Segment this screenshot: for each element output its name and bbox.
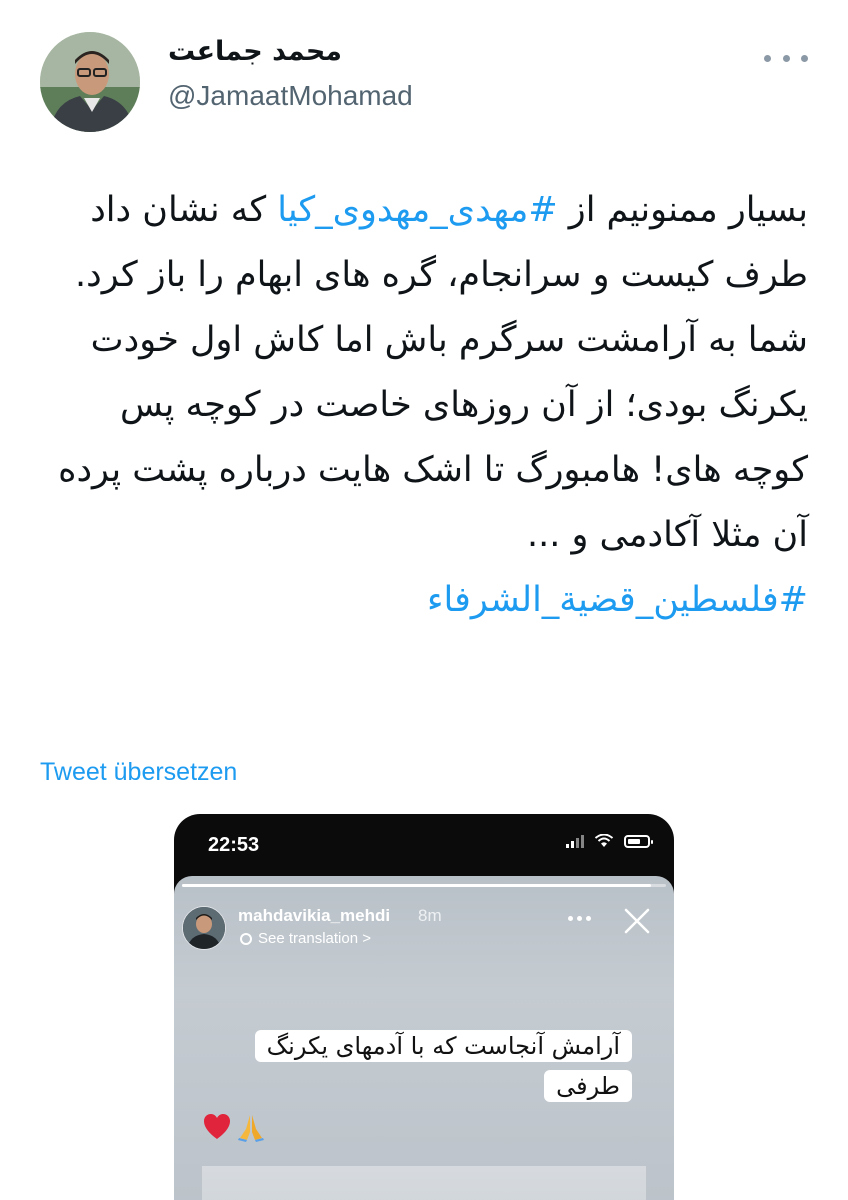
emoji-row	[202, 1112, 266, 1142]
see-translation-label: See translation >	[258, 930, 371, 947]
author-photo	[40, 32, 140, 132]
story-progress-bar	[182, 884, 666, 887]
more-options-icon[interactable]	[764, 46, 808, 70]
folded-hands-icon	[238, 1115, 264, 1142]
tweet-text-part: بسیار ممنونیم از	[557, 190, 808, 230]
status-clock: 22:53	[208, 834, 260, 856]
tweet-paragraph-2: شما به آرامشت سرگرم باش اما کاش اول خودت…	[58, 320, 808, 555]
heart-icon	[204, 1114, 230, 1139]
sticker-line-2: طرفی	[544, 1070, 632, 1102]
story-see-translation: See translation >	[240, 930, 371, 947]
battery-icon	[624, 834, 653, 848]
story-avatar	[182, 906, 226, 950]
hashtag-link[interactable]: #مهدی_مهدوی_کیا	[277, 190, 557, 230]
close-icon	[624, 908, 650, 934]
story-more-icon	[568, 916, 591, 921]
instagram-story: mahdavikia_mehdi 8m See translation > آر…	[174, 876, 674, 1200]
status-icons	[566, 834, 653, 848]
author-avatar[interactable]	[40, 32, 140, 132]
signal-icon	[566, 834, 584, 848]
hashtag-link[interactable]: #فلسطين_قضية_الشرفاء	[427, 580, 808, 620]
author-handle[interactable]: @JamaatMohamad	[168, 80, 413, 112]
story-age: 8m	[418, 906, 442, 925]
tweet-media-image[interactable]: 22:53 mahdavikia_mehdi 8m See translatio…	[174, 814, 674, 1200]
wifi-icon	[594, 834, 614, 847]
tweet-paragraph-3: #فلسطين_قضية_الشرفاء	[40, 568, 808, 633]
sticker-line-1: آرامش آنجاست که با آدمهای یکرنگ	[254, 1030, 632, 1062]
story-text-sticker: آرامش آنجاست که با آدمهای یکرنگ طرفی	[254, 1026, 632, 1106]
story-username: mahdavikia_mehdi	[238, 906, 391, 925]
story-photo	[202, 1166, 646, 1200]
author-display-name[interactable]: محمد جماعت	[168, 36, 342, 67]
tweet-paragraph-1: بسیار ممنونیم از #مهدی_مهدوی_کیا که نشان…	[40, 178, 808, 308]
globe-icon	[240, 932, 252, 945]
phone-status-bar: 22:53	[174, 814, 674, 872]
translate-tweet-link[interactable]: Tweet übersetzen	[40, 758, 237, 787]
story-progress-fill	[182, 884, 652, 887]
tweet-text: بسیار ممنونیم از #مهدی_مهدوی_کیا که نشان…	[40, 178, 808, 633]
